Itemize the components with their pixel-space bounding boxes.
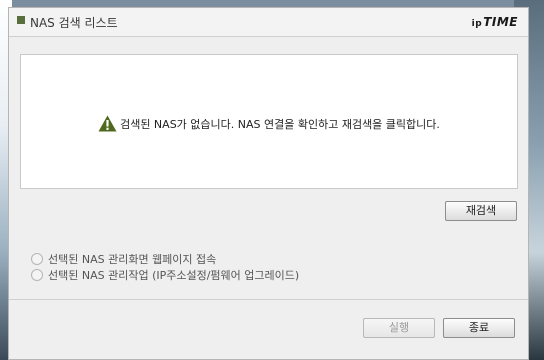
empty-message-text: 검색된 NAS가 없습니다. NAS 연결을 확인하고 재검색을 클릭합니다. [120,118,440,131]
option-label: 선택된 NAS 관리화면 웹페이지 접속 [48,253,217,266]
radio-button[interactable] [31,269,43,281]
run-button[interactable]: 실행 [363,318,435,338]
option-label: 선택된 NAS 관리작업 (IP주소설정/펌웨어 업그레이드) [48,269,300,282]
brand-logo: ipTIME [472,15,518,29]
divider [9,299,528,300]
rescan-button[interactable]: 재검색 [445,201,517,221]
window-title: NAS 검색 리스트 [30,16,118,30]
brand-name: TIME [483,15,518,29]
radio-button[interactable] [31,253,43,265]
nas-search-dialog: NAS 검색 리스트 ipTIME 검색된 NAS가 없습니다. NAS 연결을… [8,7,529,360]
warning-icon [98,115,117,132]
title-bar[interactable]: NAS 검색 리스트 ipTIME [9,8,528,37]
brand-ip: ip [471,19,483,29]
title-square-icon [17,16,25,24]
nas-list-box[interactable]: 검색된 NAS가 없습니다. NAS 연결을 확인하고 재검색을 클릭합니다. [20,54,518,189]
close-button[interactable]: 종료 [443,318,515,338]
option-admin-webpage[interactable]: 선택된 NAS 관리화면 웹페이지 접속 [31,251,216,267]
option-admin-task[interactable]: 선택된 NAS 관리작업 (IP주소설정/펌웨어 업그레이드) [31,267,299,283]
empty-message: 검색된 NAS가 없습니다. NAS 연결을 확인하고 재검색을 클릭합니다. [21,115,517,132]
